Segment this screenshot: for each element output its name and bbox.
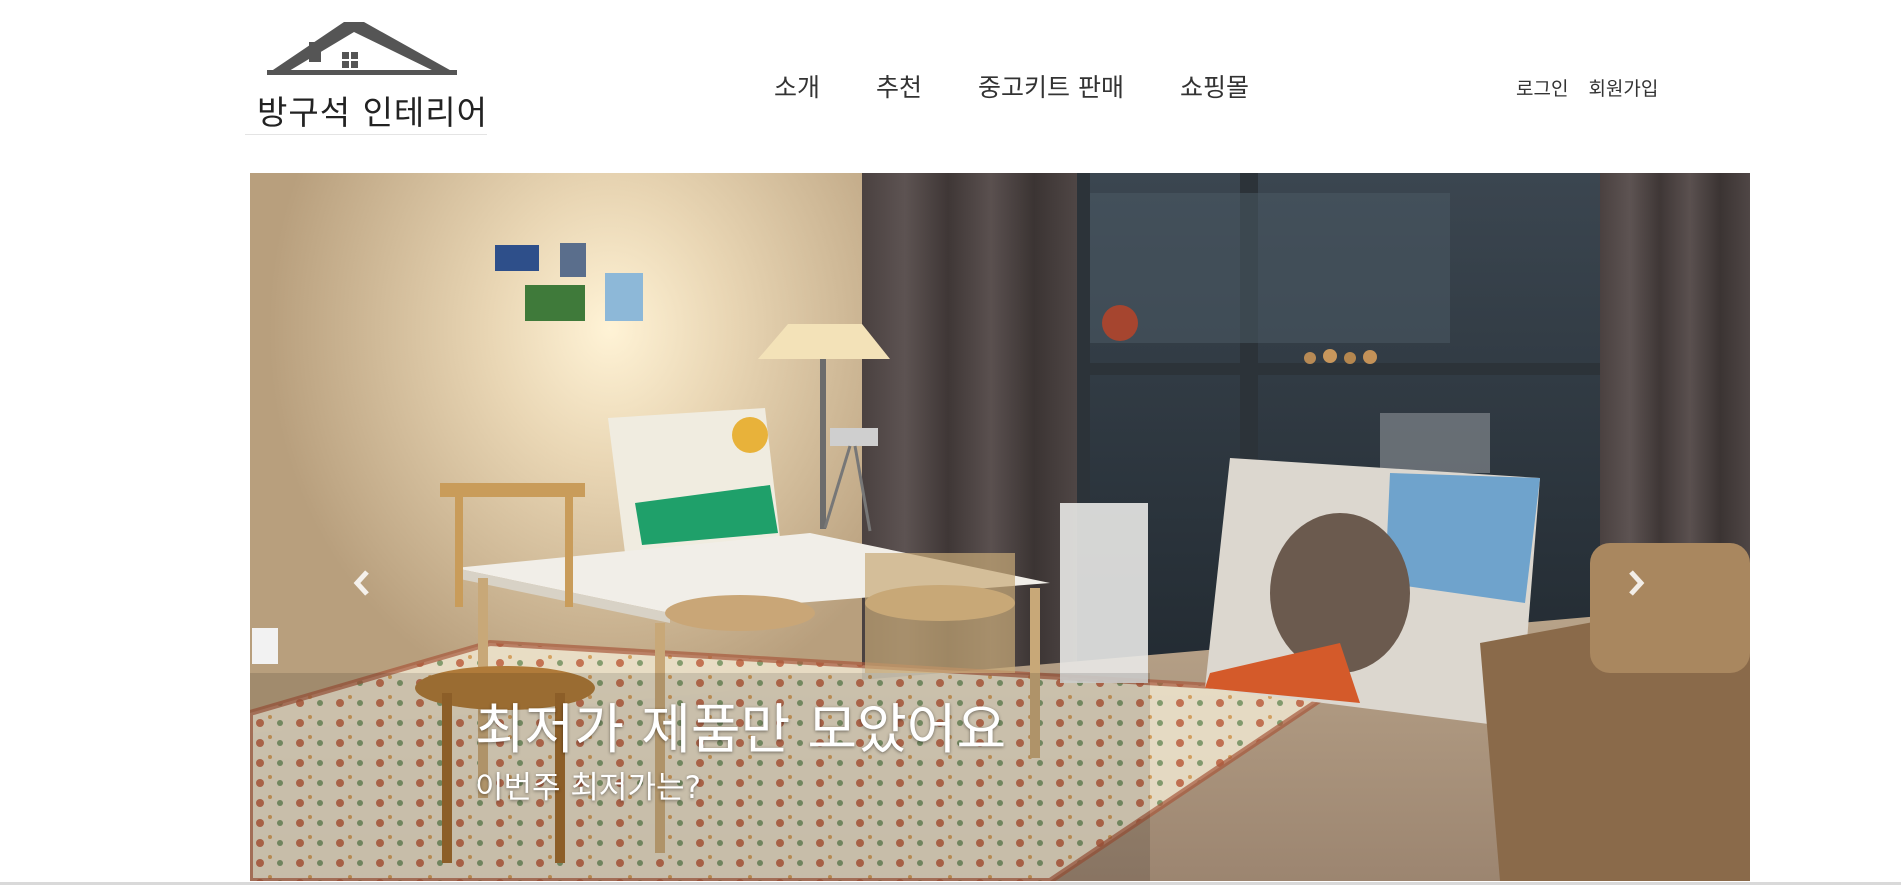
nav-item-shop[interactable]: 쇼핑몰 [1180,68,1249,104]
nav-item-used-kit-sale[interactable]: 중고키트 판매 [978,68,1124,104]
carousel-caption: 최저가 제품만 모았어요 이번주 최저가는? [475,698,1006,808]
login-link[interactable]: 로그인 [1516,74,1568,101]
chevron-right-icon [1629,570,1645,596]
page: 방구석 인테리어 소개 추천 중고키트 판매 쇼핑몰 로그인 회원가입 최저가 … [0,0,1901,885]
carousel-title: 최저가 제품만 모았어요 [475,698,1007,761]
chevron-left-icon [353,570,369,596]
nav-item-recommend[interactable]: 추천 [876,68,922,104]
site-logo[interactable]: 방구석 인테리어 [245,4,487,135]
house-roof-icon [267,22,457,75]
carousel-prev-button[interactable] [342,553,382,613]
hero-carousel: 최저가 제품만 모았어요 이번주 최저가는? [250,173,1750,881]
auth-links: 로그인 회원가입 [1516,74,1658,101]
main-nav: 소개 추천 중고키트 판매 쇼핑몰 [774,68,1249,104]
carousel-subtitle: 이번주 최저가는? [475,770,701,806]
signup-link[interactable]: 회원가입 [1588,74,1658,101]
nav-item-about[interactable]: 소개 [774,68,820,104]
logo-text: 방구석 인테리어 [257,93,489,132]
carousel-next-button[interactable] [1616,553,1656,613]
